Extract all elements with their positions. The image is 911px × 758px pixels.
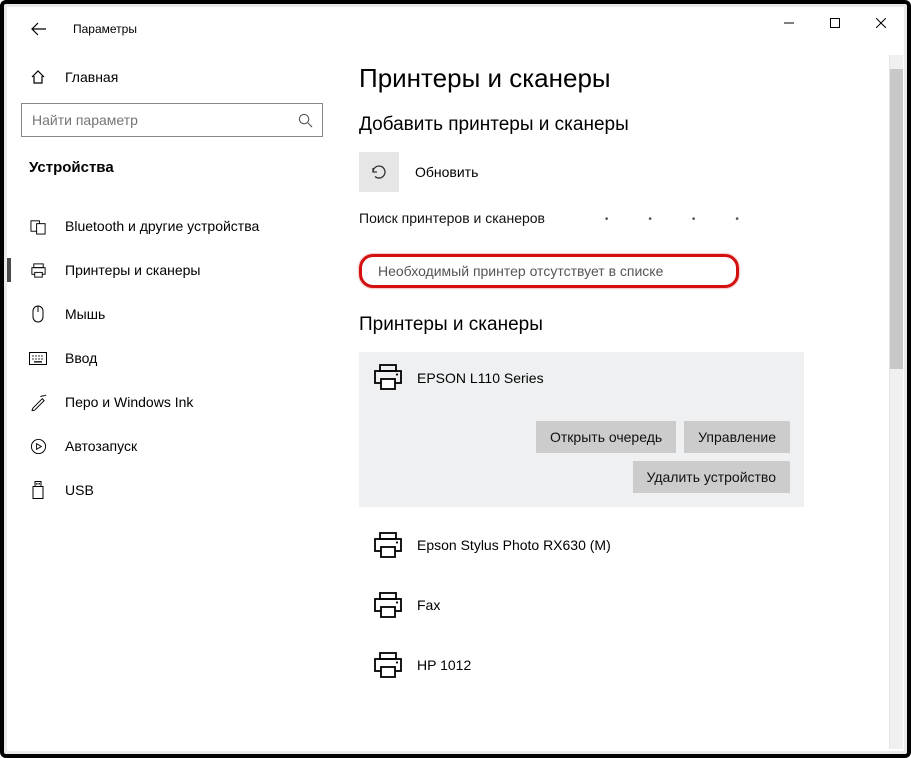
printer-name: HP 1012 — [417, 657, 471, 673]
missing-printer-link[interactable]: Необходимый принтер отсутствует в списке — [378, 263, 663, 279]
manage-button[interactable]: Управление — [684, 421, 790, 453]
autoplay-icon — [29, 437, 47, 455]
printer-list-item[interactable]: Fax — [359, 575, 804, 635]
maximize-button[interactable] — [812, 7, 858, 39]
missing-printer-highlight: Необходимый принтер отсутствует в списке — [359, 254, 739, 288]
sidebar-item-label: Перо и Windows Ink — [65, 394, 193, 410]
search-status: Поиск принтеров и сканеров •••• — [359, 210, 904, 226]
printers-section-title: Принтеры и сканеры — [359, 314, 904, 336]
close-icon — [876, 18, 886, 28]
sidebar-item-pen[interactable]: Перо и Windows Ink — [21, 380, 323, 424]
sidebar-item-label: Автозапуск — [65, 438, 137, 454]
printer-list-item[interactable]: Epson Stylus Photo RX630 (M) — [359, 515, 804, 575]
back-button[interactable] — [21, 11, 57, 47]
sidebar-item-label: Принтеры и сканеры — [65, 262, 200, 278]
page-title: Принтеры и сканеры — [359, 63, 904, 94]
close-button[interactable] — [858, 7, 904, 39]
printer-name: Epson Stylus Photo RX630 (M) — [417, 537, 611, 553]
home-nav[interactable]: Главная — [21, 55, 323, 99]
open-queue-button[interactable]: Открыть очередь — [536, 421, 676, 453]
progress-dots: •••• — [605, 214, 779, 225]
keyboard-icon — [29, 349, 47, 367]
search-input[interactable] — [32, 112, 262, 128]
search-icon — [296, 111, 314, 129]
devices-icon — [29, 217, 47, 235]
sidebar-item-label: Bluetooth и другие устройства — [65, 218, 259, 234]
sidebar-item-mouse[interactable]: Мышь — [21, 292, 323, 336]
minimize-icon — [784, 18, 794, 28]
add-section-title: Добавить принтеры и сканеры — [359, 114, 904, 136]
sidebar-item-typing[interactable]: Ввод — [21, 336, 323, 380]
home-icon — [29, 68, 47, 86]
printer-icon — [29, 261, 47, 279]
mouse-icon — [29, 305, 47, 323]
search-box[interactable] — [21, 103, 323, 137]
sidebar: Главная Устройства Bluetooth и другие ус… — [7, 51, 337, 751]
printer-icon — [373, 652, 403, 679]
refresh-label: Обновить — [415, 164, 478, 180]
refresh-icon — [369, 162, 389, 182]
printer-icon — [373, 592, 403, 619]
printer-icon — [373, 364, 403, 391]
back-arrow-icon — [31, 21, 47, 37]
sidebar-item-label: Ввод — [65, 350, 97, 366]
sidebar-item-printers[interactable]: Принтеры и сканеры — [21, 248, 323, 292]
category-header: Устройства — [21, 149, 323, 186]
printer-card-selected[interactable]: EPSON L110 Series Открыть очередь Управл… — [359, 352, 804, 507]
minimize-button[interactable] — [766, 7, 812, 39]
refresh-row: Обновить — [359, 152, 904, 192]
titlebar: Параметры — [7, 7, 904, 51]
sidebar-item-label: Мышь — [65, 306, 105, 322]
usb-icon — [29, 481, 47, 499]
scrollbar-thumb[interactable] — [890, 69, 903, 369]
printer-list-item[interactable]: HP 1012 — [359, 635, 804, 695]
sidebar-item-usb[interactable]: USB — [21, 468, 323, 512]
printer-icon — [373, 532, 403, 559]
main-content: Принтеры и сканеры Добавить принтеры и с… — [337, 51, 904, 751]
sidebar-item-label: USB — [65, 482, 94, 498]
nav-list: Bluetooth и другие устройства Принтеры и… — [21, 204, 323, 512]
remove-device-button[interactable]: Удалить устройство — [633, 461, 790, 493]
printer-name: EPSON L110 Series — [417, 370, 544, 386]
maximize-icon — [830, 18, 840, 28]
home-label: Главная — [65, 69, 118, 85]
refresh-button[interactable] — [359, 152, 399, 192]
window-controls — [766, 7, 904, 39]
printer-name: Fax — [417, 597, 440, 613]
pen-icon — [29, 393, 47, 411]
window-title: Параметры — [73, 22, 137, 36]
vertical-scrollbar[interactable] — [889, 55, 903, 749]
sidebar-item-autoplay[interactable]: Автозапуск — [21, 424, 323, 468]
sidebar-item-bluetooth[interactable]: Bluetooth и другие устройства — [21, 204, 323, 248]
